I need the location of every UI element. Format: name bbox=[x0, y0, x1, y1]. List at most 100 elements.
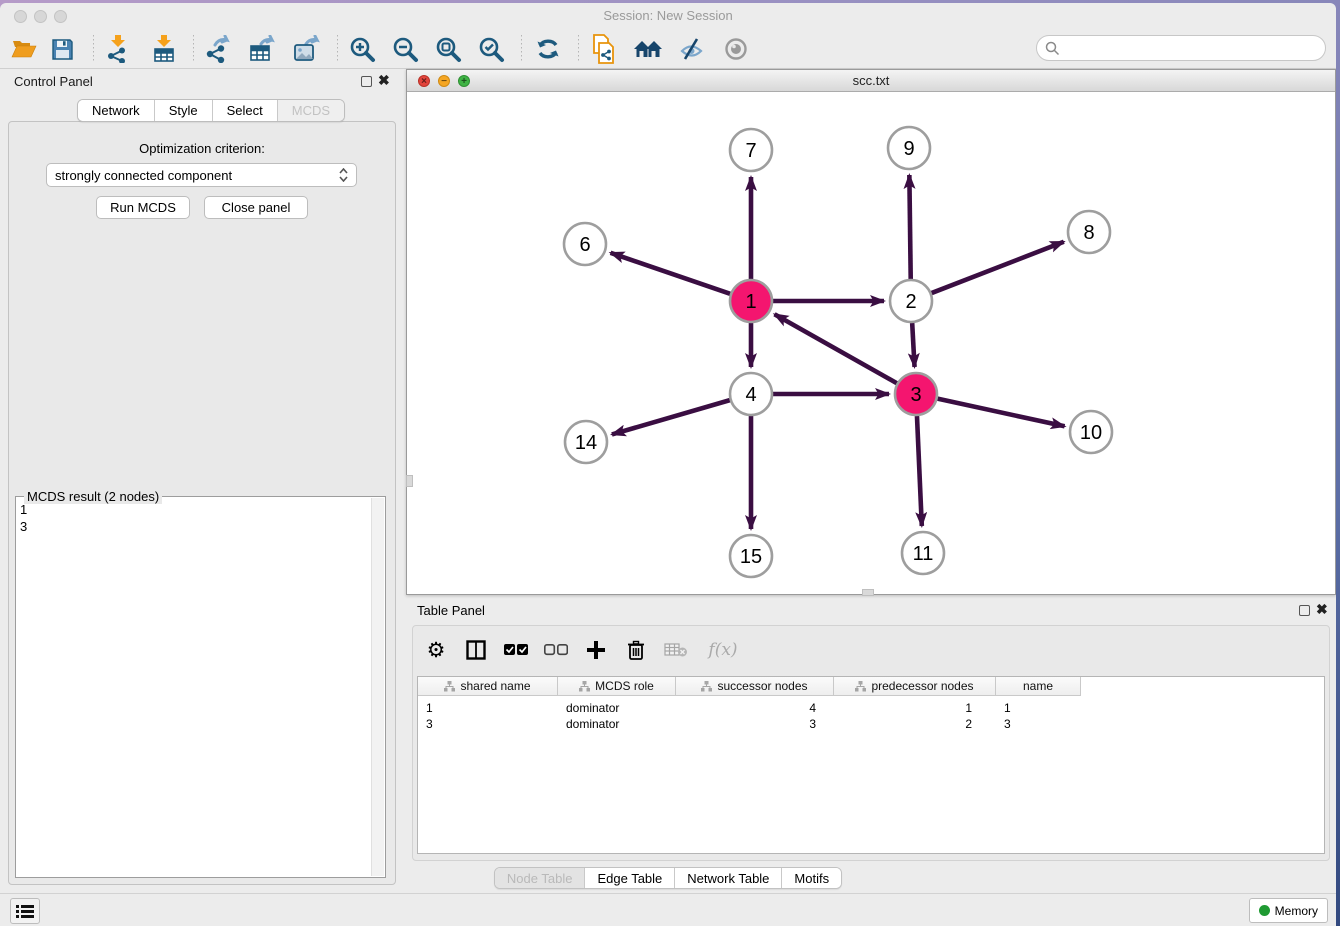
control-panel-body: Optimization criterion: strongly connect… bbox=[8, 121, 396, 885]
import-network-icon[interactable] bbox=[100, 32, 136, 66]
first-neighbors-icon[interactable] bbox=[630, 32, 666, 66]
zoom-out-icon[interactable] bbox=[387, 32, 423, 66]
function-builder-icon[interactable]: f(x) bbox=[703, 637, 743, 663]
tab-style[interactable]: Style bbox=[155, 100, 213, 121]
graph-node-label-14: 14 bbox=[575, 432, 597, 454]
graph-edge-2-8[interactable] bbox=[932, 242, 1064, 293]
table-panel-close-icon[interactable]: ✖ bbox=[1316, 604, 1328, 615]
mcds-result-item[interactable]: 3 bbox=[20, 518, 369, 535]
graph-edge-1-6[interactable] bbox=[611, 253, 731, 294]
graph-edge-2-3[interactable] bbox=[912, 323, 914, 367]
cell-name[interactable]: 1 bbox=[996, 700, 1081, 716]
table-options-gear-icon[interactable]: ⚙ bbox=[423, 637, 449, 663]
cell-shared-name[interactable]: 3 bbox=[418, 716, 558, 732]
vertical-splitter-handle[interactable] bbox=[406, 475, 413, 487]
cell-name[interactable]: 3 bbox=[996, 716, 1081, 732]
open-file-icon[interactable] bbox=[6, 32, 42, 66]
network-canvas[interactable]: 7968124314101511 bbox=[407, 92, 1335, 594]
optimization-criterion-label: Optimization criterion: bbox=[9, 141, 395, 156]
table-panel-title: Table Panel bbox=[417, 603, 485, 618]
mcds-result-scrollbar[interactable] bbox=[371, 498, 384, 876]
export-network-icon[interactable] bbox=[200, 32, 236, 66]
graph-edge-3-10[interactable] bbox=[937, 399, 1064, 427]
tab-edge-table[interactable]: Edge Table bbox=[585, 868, 675, 888]
search-input[interactable] bbox=[1065, 41, 1325, 56]
tab-network[interactable]: Network bbox=[78, 100, 155, 121]
column-header-name[interactable]: name bbox=[996, 677, 1081, 696]
table-panel-body: ⚙ bbox=[412, 625, 1330, 861]
close-panel-button[interactable]: Close panel bbox=[204, 196, 308, 219]
zoom-fit-icon[interactable] bbox=[430, 32, 466, 66]
application-window: Session: New Session bbox=[0, 3, 1336, 926]
title-bar: Session: New Session bbox=[0, 3, 1336, 29]
list-icon bbox=[16, 904, 34, 919]
graph-edge-3-1[interactable] bbox=[775, 314, 897, 383]
memory-label: Memory bbox=[1275, 904, 1318, 918]
column-header-successor-nodes[interactable]: successor nodes bbox=[676, 677, 834, 696]
cell-successor-nodes[interactable]: 4 bbox=[676, 700, 834, 716]
network-window-titlebar[interactable]: × − + scc.txt bbox=[407, 70, 1335, 92]
select-all-checkboxes-icon[interactable] bbox=[503, 637, 529, 663]
status-bar: Memory bbox=[0, 893, 1336, 926]
tab-motifs[interactable]: Motifs bbox=[782, 868, 841, 888]
tab-select[interactable]: Select bbox=[213, 100, 278, 121]
run-mcds-button[interactable]: Run MCDS bbox=[96, 196, 190, 219]
graph-node-label-6: 6 bbox=[579, 234, 590, 256]
mcds-result-item[interactable]: 1 bbox=[20, 501, 369, 518]
toolbar-divider bbox=[93, 35, 94, 63]
table-row[interactable]: 1 dominator 4 1 1 bbox=[418, 700, 1081, 716]
column-header-predecessor-nodes[interactable]: predecessor nodes bbox=[834, 677, 996, 696]
import-table-icon[interactable] bbox=[146, 32, 182, 66]
panel-list-button[interactable] bbox=[10, 898, 40, 924]
export-image-icon[interactable] bbox=[288, 32, 324, 66]
deselect-all-checkboxes-icon[interactable] bbox=[543, 637, 569, 663]
table-toolbar: ⚙ bbox=[423, 634, 743, 666]
zoom-selected-icon[interactable] bbox=[473, 32, 509, 66]
graph-node-label-10: 10 bbox=[1080, 422, 1102, 444]
cell-successor-nodes[interactable]: 3 bbox=[676, 716, 834, 732]
optimization-criterion-value: strongly connected component bbox=[55, 168, 232, 183]
save-session-icon[interactable] bbox=[44, 32, 80, 66]
tab-network-table[interactable]: Network Table bbox=[675, 868, 782, 888]
cell-predecessor-nodes[interactable]: 2 bbox=[834, 716, 996, 732]
select-arrows-icon bbox=[339, 168, 348, 182]
delete-table-icon[interactable] bbox=[663, 637, 689, 663]
control-panel-float-icon[interactable] bbox=[361, 76, 372, 87]
toolbar-divider bbox=[521, 35, 522, 63]
optimization-criterion-select[interactable]: strongly connected component bbox=[46, 163, 357, 187]
table-panel-float-icon[interactable] bbox=[1299, 605, 1310, 616]
column-header-shared-name[interactable]: shared name bbox=[418, 677, 558, 696]
control-panel-tabs: Network Style Select MCDS bbox=[77, 99, 345, 122]
column-header-mcds-role[interactable]: MCDS role bbox=[558, 677, 676, 696]
show-all-icon[interactable] bbox=[718, 32, 754, 66]
tab-mcds[interactable]: MCDS bbox=[278, 100, 344, 121]
toolbar-divider bbox=[578, 35, 579, 63]
cell-mcds-role[interactable]: dominator bbox=[558, 716, 676, 732]
add-column-icon[interactable] bbox=[583, 637, 609, 663]
search-field[interactable] bbox=[1036, 35, 1326, 61]
hide-selected-icon[interactable] bbox=[674, 32, 710, 66]
search-icon bbox=[1045, 41, 1060, 56]
graph-node-label-3: 3 bbox=[910, 384, 921, 406]
refresh-layout-icon[interactable] bbox=[530, 32, 566, 66]
table-row[interactable]: 3 dominator 3 2 3 bbox=[418, 716, 1081, 732]
delete-column-icon[interactable] bbox=[623, 637, 649, 663]
memory-button[interactable]: Memory bbox=[1249, 898, 1328, 923]
control-panel-close-icon[interactable]: ✖ bbox=[378, 75, 390, 86]
mcds-result-list[interactable]: 1 3 bbox=[20, 501, 369, 875]
cell-mcds-role[interactable]: dominator bbox=[558, 700, 676, 716]
cell-shared-name[interactable]: 1 bbox=[418, 700, 558, 716]
zoom-in-icon[interactable] bbox=[344, 32, 380, 66]
horizontal-splitter-handle[interactable] bbox=[862, 589, 874, 596]
tab-node-table[interactable]: Node Table bbox=[495, 868, 586, 888]
cell-predecessor-nodes[interactable]: 1 bbox=[834, 700, 996, 716]
graph-edge-3-11[interactable] bbox=[917, 416, 922, 526]
graph-edge-4-14[interactable] bbox=[612, 400, 730, 434]
graph-node-label-15: 15 bbox=[740, 546, 762, 568]
table-header-row: shared name MCDS role successor nodes pr… bbox=[418, 677, 1081, 696]
export-table-icon[interactable] bbox=[244, 32, 280, 66]
copy-network-icon[interactable] bbox=[586, 32, 622, 66]
node-table[interactable]: shared name MCDS role successor nodes pr… bbox=[417, 676, 1325, 854]
graph-edge-2-9[interactable] bbox=[909, 175, 910, 279]
column-visibility-icon[interactable] bbox=[463, 637, 489, 663]
